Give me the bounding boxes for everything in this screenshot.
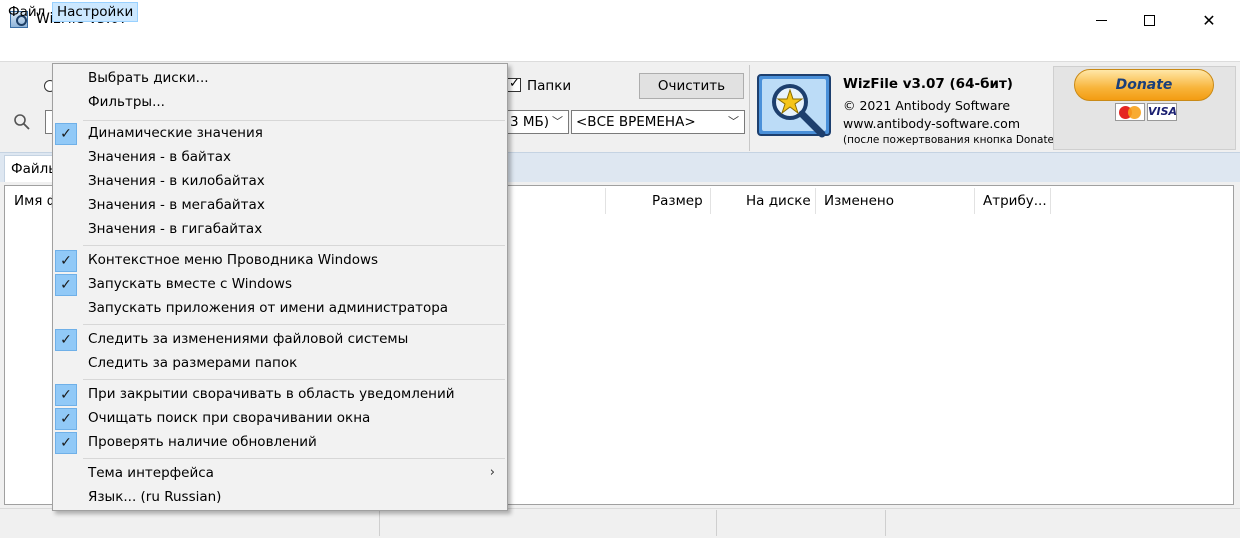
menu-separator (83, 379, 505, 380)
status-divider (885, 510, 886, 536)
menu-item-label: Очищать поиск при сворачивании окна (88, 410, 371, 426)
chevron-down-icon: ﹀ (552, 115, 563, 128)
menu-item-theme[interactable]: Тема интерфейса › (53, 462, 507, 486)
menu-bar (0, 40, 1240, 62)
column-modified[interactable]: Изменено (824, 186, 894, 216)
column-size[interactable]: Размер (652, 186, 703, 216)
status-bar (0, 508, 1240, 538)
folders-checkbox[interactable] (507, 76, 521, 92)
menu-item-label: Следить за размерами папок (88, 355, 298, 371)
check-icon: ✓ (55, 329, 77, 351)
size-filter-value: 3 МБ) (510, 114, 550, 130)
menu-separator (83, 245, 505, 246)
menu-item-minimize-to-tray[interactable]: ✓ При закрытии сворачивать в область увед… (53, 383, 507, 407)
check-icon: ✓ (55, 274, 77, 296)
column-divider[interactable] (605, 188, 606, 214)
menu-item-label: Значения - в мегабайтах (88, 197, 265, 213)
visa-icon: VISA (1147, 103, 1177, 121)
folders-label: Папки (527, 78, 572, 94)
column-attributes[interactable]: Атрибу... (983, 186, 1047, 216)
column-divider[interactable] (974, 188, 975, 214)
check-icon: ✓ (55, 123, 77, 145)
menu-item-label: Динамические значения (88, 125, 263, 141)
menu-item-label: Контекстное меню Проводника Windows (88, 252, 379, 268)
minimize-button[interactable] (1078, 0, 1124, 40)
menu-item-label: Выбрать диски... (88, 70, 209, 86)
close-button[interactable]: ✕ (1186, 0, 1232, 40)
toolbar-divider (749, 65, 750, 151)
status-divider (716, 510, 717, 536)
menu-item-check-updates[interactable]: ✓ Проверять наличие обновлений (53, 431, 507, 455)
menu-item-run-as-admin[interactable]: Запускать приложения от имени администра… (53, 297, 507, 321)
check-icon: ✓ (55, 250, 77, 272)
menu-item-label: Фильтры... (88, 94, 165, 110)
menu-item-watch-fs-changes[interactable]: ✓ Следить за изменениями файловой системы (53, 328, 507, 352)
menu-settings[interactable]: Настройки (52, 2, 139, 22)
column-disk-size[interactable]: На диске (746, 186, 811, 216)
column-divider[interactable] (815, 188, 816, 214)
check-icon: ✓ (55, 408, 77, 430)
close-icon: ✕ (1202, 10, 1216, 30)
menu-item-label: Запускать вместе с Windows (88, 276, 293, 292)
size-filter-select[interactable]: 3 МБ) ﹀ (507, 110, 569, 134)
menu-file[interactable]: Файл (4, 2, 49, 22)
maximize-button[interactable] (1126, 0, 1172, 40)
menu-item-label: При закрытии сворачивать в область уведо… (88, 386, 455, 402)
menu-separator (83, 120, 505, 121)
check-icon: ✓ (55, 384, 77, 406)
date-filter-value: <ВСЕ ВРЕМЕНА> (576, 114, 696, 130)
menu-item-clear-search-on-minimize[interactable]: ✓ Очищать поиск при сворачивании окна (53, 407, 507, 431)
menu-item-language[interactable]: Язык... (ru Russian) (53, 486, 507, 510)
menu-separator (83, 458, 505, 459)
chevron-down-icon: ﹀ (728, 115, 739, 128)
date-filter-select[interactable]: <ВСЕ ВРЕМЕНА> ﹀ (571, 110, 745, 134)
menu-item-values-bytes[interactable]: Значения - в байтах (53, 146, 507, 170)
column-divider[interactable] (710, 188, 711, 214)
menu-item-label: Тема интерфейса (88, 465, 214, 481)
menu-item-label: Значения - в килобайтах (88, 173, 265, 189)
title-bar (0, 0, 1240, 40)
column-divider[interactable] (1050, 188, 1051, 214)
menu-separator (83, 324, 505, 325)
menu-item-label: Язык... (ru Russian) (88, 489, 222, 505)
magnifier-icon (14, 114, 30, 130)
maximize-icon (1143, 14, 1155, 26)
menu-item-explorer-context-menu[interactable]: ✓ Контекстное меню Проводника Windows (53, 249, 507, 273)
settings-menu: Выбрать диски... Фильтры... ✓ Динамически… (52, 63, 508, 511)
menu-item-label: Проверять наличие обновлений (88, 434, 317, 450)
about-copyright: © 2021 Antibody Software (843, 98, 1011, 113)
mastercard-icon (1115, 103, 1145, 121)
check-icon: ✓ (55, 432, 77, 454)
minimize-icon (1095, 19, 1107, 21)
clear-button[interactable]: Очистить (639, 73, 744, 99)
menu-item-label: Значения - в гигабайтах (88, 221, 263, 237)
menu-item-values-mb[interactable]: Значения - в мегабайтах (53, 194, 507, 218)
menu-item-watch-folder-sizes[interactable]: Следить за размерами папок (53, 352, 507, 376)
menu-item-values-kb[interactable]: Значения - в килобайтах (53, 170, 507, 194)
chevron-right-icon: › (489, 465, 495, 480)
menu-item-filters[interactable]: Фильтры... (53, 91, 507, 115)
menu-item-label: Запускать приложения от имени администра… (88, 300, 449, 316)
menu-item-label: Значения - в байтах (88, 149, 231, 165)
menu-item-values-gb[interactable]: Значения - в гигабайтах (53, 218, 507, 242)
menu-item-start-with-windows[interactable]: ✓ Запускать вместе с Windows (53, 273, 507, 297)
donate-button[interactable]: Donate (1074, 69, 1214, 101)
about-url[interactable]: www.antibody-software.com (843, 116, 1020, 131)
about-title: WizFile v3.07 (64-бит) (843, 76, 1013, 92)
menu-item-label: Следить за изменениями файловой системы (88, 331, 409, 347)
menu-item-select-drives[interactable]: Выбрать диски... (53, 67, 507, 91)
wizfile-logo-icon (757, 74, 831, 138)
menu-item-dynamic-values[interactable]: ✓ Динамические значения (53, 122, 507, 146)
status-divider (379, 510, 380, 536)
